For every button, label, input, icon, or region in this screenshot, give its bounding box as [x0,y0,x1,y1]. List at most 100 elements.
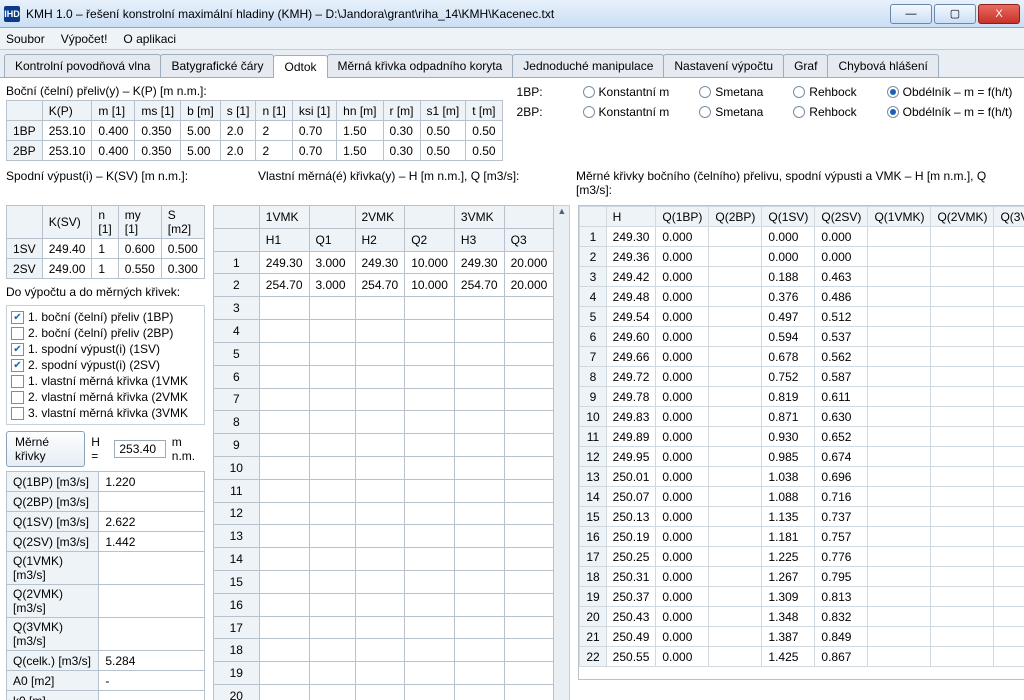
chk-title: Do výpočtu a do měrných křivek: [6,283,205,301]
chk-list: ✔1. boční (čelní) přeliv (1BP) 2. boční (… [6,305,205,425]
table-row[interactable]: 17 [213,616,554,639]
merne-krivky-button[interactable]: Měrné křivky [6,431,85,467]
tab-1[interactable]: Batygrafické čáry [160,54,274,77]
menu-soubor[interactable]: Soubor [6,32,45,46]
q-summary-table[interactable]: Q(1BP) [m3/s]1.220Q(2BP) [m3/s]Q(1SV) [m… [6,471,205,700]
chk-item-5[interactable]: 2. vlastní měrná křivka (2VMK [11,390,200,404]
chk-item-2[interactable]: ✔1. spodní výpust(i) (1SV) [11,342,200,356]
table-row: Q(3VMK) [m3/s] [7,618,205,651]
table-row[interactable]: 19250.370.0001.3090.8130.000 [580,587,1024,607]
menu-o-aplikaci[interactable]: O aplikaci [123,32,176,46]
radio-icon [583,106,595,118]
sv-table[interactable]: K(SV)n [1]my [1]S [m2]1SV249.4010.6000.5… [6,205,205,279]
table-row[interactable]: 4249.480.0000.3760.4860.000 [580,287,1024,307]
table-row[interactable]: 18250.310.0001.2670.7950.000 [580,567,1024,587]
table-row[interactable]: 13250.010.0001.0380.6960.000 [580,467,1024,487]
table-row[interactable]: 17250.250.0001.2250.7760.000 [580,547,1024,567]
radio-1bp-3[interactable]: Obdélník – m = f(h/t) [887,85,1013,99]
table-row[interactable]: 3249.420.0000.1880.4630.000 [580,267,1024,287]
window-title: KMH 1.0 – řešení konstrolní maximální hl… [26,7,890,21]
chk-item-4[interactable]: 1. vlastní měrná křivka (1VMK [11,374,200,388]
section-big-label: Měrné křivky bočního (čelního) přelivu, … [576,167,1018,199]
table-row[interactable]: 15 [213,571,554,594]
tab-4[interactable]: Jednoduché manipulace [512,54,664,77]
table-row[interactable]: 12 [213,502,554,525]
radio-1bp-0[interactable]: Konstantní m [583,85,670,99]
h-input[interactable]: 253.40 [114,440,165,458]
menu-vypocet[interactable]: Výpočet! [61,32,108,46]
table-row[interactable]: 1SV249.4010.6000.500 [7,239,205,259]
table-row[interactable]: 15250.130.0001.1350.7370.000 [580,507,1024,527]
table-row[interactable]: 5249.540.0000.4970.5120.000 [580,307,1024,327]
radio-2bp-2[interactable]: Rehbock [793,105,856,119]
chk-item-0[interactable]: ✔1. boční (čelní) přeliv (1BP) [11,310,200,324]
vmk-scrollbar[interactable]: ▲▼ [554,205,570,700]
table-row[interactable]: 9 [213,434,554,457]
chk-item-6[interactable]: 3. vlastní měrná křivka (3VMK [11,406,200,420]
table-row: Q(celk.) [m3/s]5.284 [7,651,205,671]
table-row[interactable]: 14250.070.0001.0880.7160.000 [580,487,1024,507]
radio-2bp-3[interactable]: Obdélník – m = f(h/t) [887,105,1013,119]
checkbox-icon [11,391,24,404]
checkbox-icon: ✔ [11,311,24,324]
chk-item-1[interactable]: 2. boční (čelní) přeliv (2BP) [11,326,200,340]
close-button[interactable]: X [978,4,1020,24]
table-row[interactable]: 4 [213,320,554,343]
table-row[interactable]: 7249.660.0000.6780.5620.000 [580,347,1024,367]
table-row[interactable]: 5 [213,342,554,365]
table-row[interactable]: 16250.190.0001.1810.7570.000 [580,527,1024,547]
tab-6[interactable]: Graf [783,54,828,77]
table-row[interactable]: 13 [213,525,554,548]
table-row[interactable]: 2SV249.0010.5500.300 [7,259,205,279]
table-row[interactable]: 7 [213,388,554,411]
table-row[interactable]: 18 [213,639,554,662]
table-row[interactable]: 2BP253.100.4000.3505.002.020.701.500.300… [7,141,503,161]
tab-2[interactable]: Odtok [273,55,327,78]
table-row[interactable]: 22250.550.0001.4250.8670.000 [580,647,1024,667]
chk-item-3[interactable]: ✔2. spodní výpust(i) (2SV) [11,358,200,372]
table-row[interactable]: 2254.703.000254.7010.000254.7020.000 [213,274,554,297]
radio-icon [583,86,595,98]
table-row[interactable]: 11249.890.0000.9300.6520.000 [580,427,1024,447]
table-row[interactable]: 19 [213,662,554,685]
tab-3[interactable]: Měrná křivka odpadního koryta [327,54,514,77]
tab-7[interactable]: Chybová hlášení [827,54,938,77]
maximize-button[interactable]: ▢ [934,4,976,24]
table-row[interactable]: 6 [213,365,554,388]
table-row[interactable]: 10249.830.0000.8710.6300.000 [580,407,1024,427]
bp-table[interactable]: K(P)m [1]ms [1]b [m]s [1]n [1]ksi [1]hn … [6,100,503,161]
table-row[interactable]: 14 [213,548,554,571]
table-row[interactable]: 9249.780.0000.8190.6110.000 [580,387,1024,407]
table-row[interactable]: 20250.430.0001.3480.8320.000 [580,607,1024,627]
table-row[interactable]: 2249.360.0000.0000.0000.000 [580,247,1024,267]
radio-2bp-1[interactable]: Smetana [699,105,763,119]
tab-5[interactable]: Nastavení výpočtu [663,54,784,77]
vmk-table[interactable]: 1VMK2VMK3VMKH1Q1H2Q2H3Q31249.303.000249.… [213,205,555,700]
section-vmk-label: Vlastní měrná(é) křivka(y) – H [m n.m.],… [258,167,568,199]
section-sv-label: Spodní výpust(i) – K(SV) [m n.m.]: [6,167,250,199]
curves-table[interactable]: HQ(1BP)Q(2BP)Q(1SV)Q(2SV)Q(1VMK)Q(2VMK)Q… [579,206,1024,667]
radio-1bp-2[interactable]: Rehbock [793,85,856,99]
radio-1bp-1[interactable]: Smetana [699,85,763,99]
table-row[interactable]: 10 [213,456,554,479]
table-row[interactable]: 1BP253.100.4000.3505.002.020.701.500.300… [7,121,503,141]
radio-2bp-0[interactable]: Konstantní m [583,105,670,119]
tab-0[interactable]: Kontrolní povodňová vlna [4,54,161,77]
table-row[interactable]: 3 [213,297,554,320]
table-row[interactable]: 1249.300.0000.0000.0000.000 [580,227,1024,247]
table-row[interactable]: 16 [213,593,554,616]
table-row[interactable]: 8249.720.0000.7520.5870.000 [580,367,1024,387]
h-suffix: m n.m. [172,435,205,463]
radio-icon [887,86,899,98]
checkbox-icon [11,375,24,388]
table-row[interactable]: 12249.950.0000.9850.6740.000 [580,447,1024,467]
table-row[interactable]: 1249.303.000249.3010.000249.3020.000 [213,251,554,274]
table-row[interactable]: 21250.490.0001.3870.8490.000 [580,627,1024,647]
checkbox-icon [11,327,24,340]
tab-strip: Kontrolní povodňová vlnaBatygrafické čár… [0,50,1024,78]
table-row[interactable]: 6249.600.0000.5940.5370.000 [580,327,1024,347]
minimize-button[interactable]: — [890,4,932,24]
radio-icon [793,106,805,118]
table-row[interactable]: 8 [213,411,554,434]
table-row[interactable]: 11 [213,479,554,502]
